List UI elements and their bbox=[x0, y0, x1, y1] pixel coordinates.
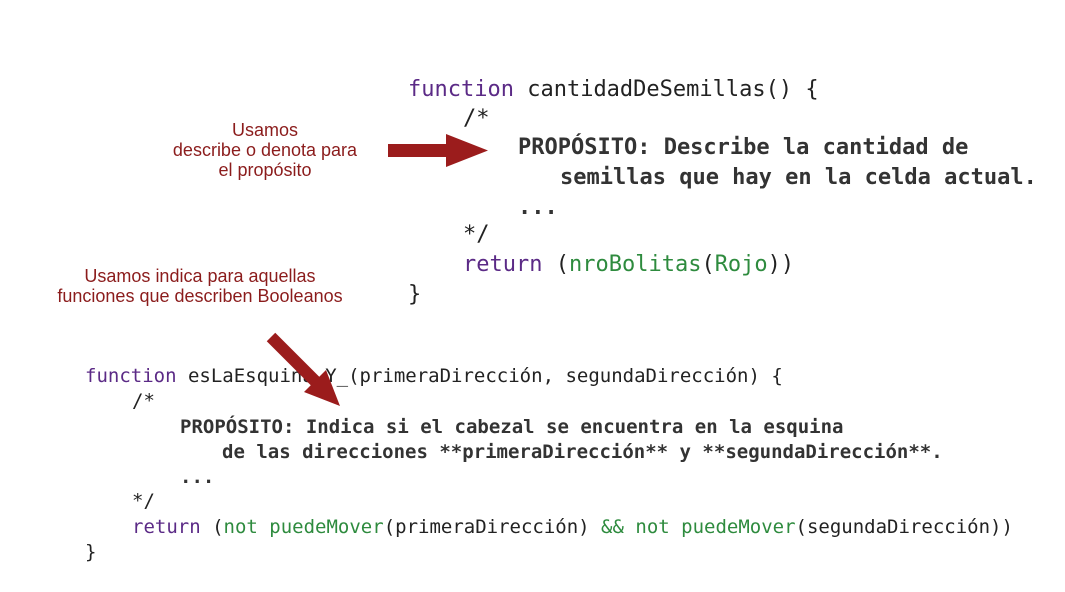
arrows-layer bbox=[266, 134, 488, 406]
slide: Usamos describe o denota para el propósi… bbox=[0, 0, 1065, 592]
arrow-right-icon bbox=[388, 134, 488, 167]
arrow-down-right-icon bbox=[266, 332, 340, 406]
